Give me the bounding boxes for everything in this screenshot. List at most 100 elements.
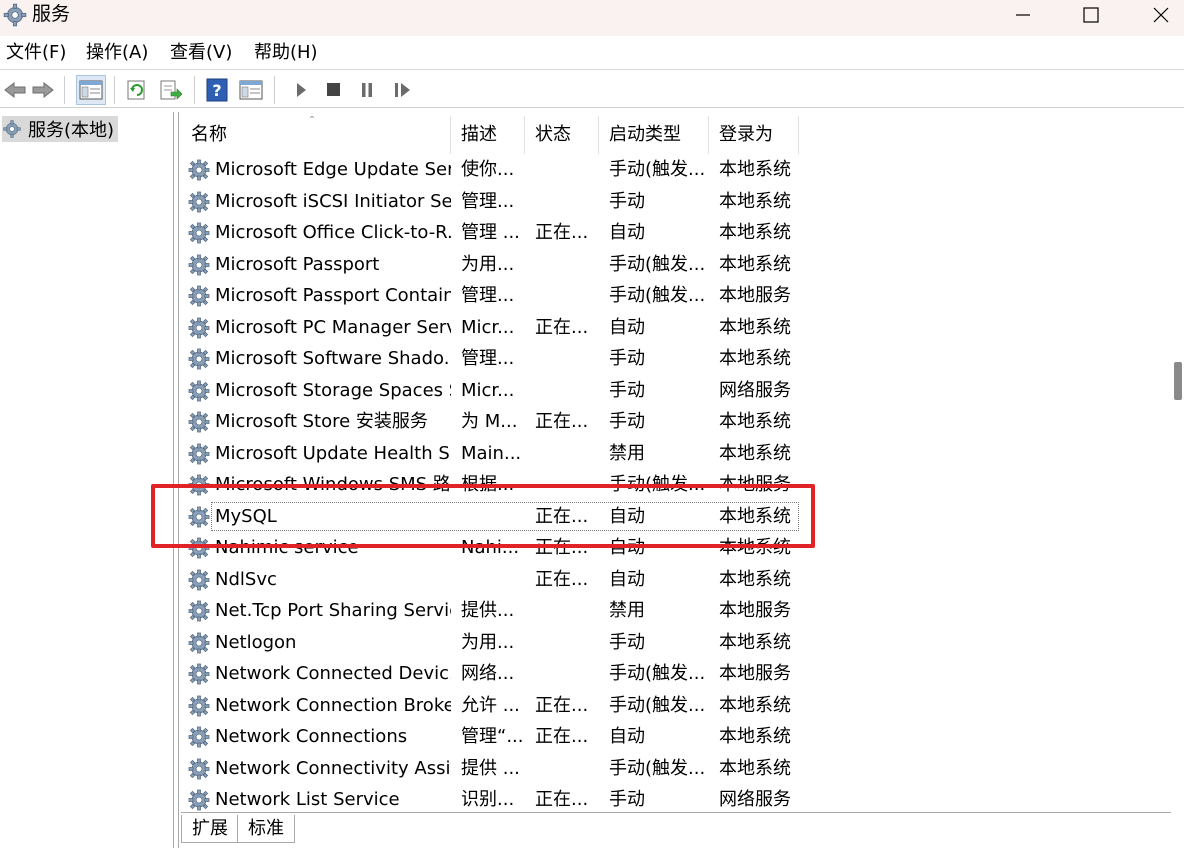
show-hide-console-tree-button[interactable]: [76, 75, 106, 105]
table-row[interactable]: Microsoft Office Click-to-R... 管理 ... 正在..…: [181, 217, 821, 248]
service-description: 管理 ...: [461, 222, 520, 243]
properties-view-button[interactable]: [236, 75, 266, 105]
svg-text:?: ?: [212, 81, 221, 100]
column-header-description[interactable]: 描述: [451, 116, 525, 154]
stop-icon: [327, 83, 340, 96]
table-row[interactable]: Network Connections 管理“... 正在... 自动 本地系统: [181, 721, 821, 752]
scrollbar-thumb[interactable]: [1174, 362, 1182, 400]
minimize-button[interactable]: [1000, 0, 1046, 30]
service-status: 正在...: [535, 537, 589, 558]
maximize-button[interactable]: [1068, 0, 1114, 30]
help-icon: ?: [206, 78, 228, 102]
service-gear-icon: [188, 317, 210, 338]
service-name: Microsoft Software Shado...: [215, 348, 451, 369]
table-row[interactable]: NdlSvc 正在... 自动 本地系统: [181, 564, 821, 595]
table-row[interactable]: Microsoft Passport Container 管理... 手动(触发..…: [181, 280, 821, 311]
help-button[interactable]: ?: [202, 75, 232, 105]
service-startup-type: 手动(触发...: [609, 663, 706, 684]
service-startup-type: 手动: [609, 379, 645, 401]
service-name: Netlogon: [215, 631, 297, 653]
table-row[interactable]: Microsoft Storage Spaces S... Micr... 手动 网络…: [181, 375, 821, 406]
service-name: NdlSvc: [215, 568, 277, 590]
title-bar: 服务: [0, 0, 1184, 36]
service-name: Network Connection Broker: [215, 694, 451, 716]
menu-help[interactable]: 帮助(H): [254, 42, 318, 64]
service-name: Microsoft Update Health S...: [215, 442, 451, 464]
table-row[interactable]: Netlogon 为用... 手动 本地系统: [181, 627, 821, 658]
table-row[interactable]: Microsoft Windows SMS 路... 根据... 手动(触发... 本…: [181, 469, 821, 500]
service-status: 正在...: [535, 316, 589, 338]
table-row[interactable]: Network Connectivity Assis... 提供 ... 手动(触发…: [181, 753, 821, 784]
table-row[interactable]: Network Connected Devic... 网络... 手动(触发... 本…: [181, 658, 821, 689]
column-header-logon-as[interactable]: 登录为: [709, 116, 799, 154]
tab-standard[interactable]: 标准: [237, 815, 295, 843]
start-service-button[interactable]: [286, 75, 316, 105]
service-description: 为用...: [461, 253, 515, 275]
pause-service-button[interactable]: [352, 75, 382, 105]
services-gear-icon: [3, 3, 27, 27]
table-row[interactable]: Nahimic service Nahi... 正在... 自动 本地系统: [181, 532, 821, 563]
column-header-status[interactable]: 状态: [525, 116, 599, 154]
back-button[interactable]: [0, 75, 30, 105]
service-description: 提供 ...: [461, 757, 520, 779]
service-gear-icon: [188, 254, 210, 275]
service-gear-icon: [188, 632, 210, 653]
column-header-label: 状态: [535, 124, 571, 145]
table-row[interactable]: Microsoft iSCSI Initiator Ser... 管理... 手动 本…: [181, 186, 821, 217]
service-description: 为用...: [461, 631, 515, 653]
restart-service-button[interactable]: [388, 75, 418, 105]
table-row[interactable]: Microsoft Passport 为用... 手动(触发... 本地系统: [181, 249, 821, 280]
service-description: 管理...: [461, 285, 515, 306]
service-name: Net.Tcp Port Sharing Service: [215, 600, 451, 621]
menu-action[interactable]: 操作(A): [86, 42, 148, 64]
minimize-icon: [1016, 14, 1030, 16]
service-startup-type: 手动(触发...: [609, 159, 706, 180]
close-button[interactable]: [1138, 0, 1184, 30]
service-gear-icon: [188, 695, 210, 716]
service-startup-type: 自动: [609, 726, 645, 747]
service-startup-type: 自动: [609, 316, 645, 338]
services-list: ˄ 名称 描述 状态 启动类型 登录为 Microsoft Edge Updat…: [181, 116, 1169, 812]
tree-item-services-local[interactable]: 服务(本地): [2, 116, 119, 142]
menu-view[interactable]: 查看(V): [170, 42, 232, 64]
tab-extended[interactable]: 扩展: [181, 815, 239, 843]
menu-bar: 文件(F) 操作(A) 查看(V) 帮助(H): [0, 36, 1184, 70]
service-name: MySQL: [215, 505, 277, 527]
table-row[interactable]: Network List Service 识别... 正在... 手动 网络服务: [181, 784, 821, 812]
export-list-button[interactable]: [156, 75, 186, 105]
service-name: Microsoft Office Click-to-R...: [215, 222, 451, 243]
close-icon: [1153, 7, 1169, 23]
table-row[interactable]: Net.Tcp Port Sharing Service 提供... 禁用 本地服务: [181, 595, 821, 626]
toolbar-separator: [194, 76, 195, 104]
service-name: Microsoft Store 安装服务: [215, 411, 428, 432]
vertical-scrollbar[interactable]: [1171, 116, 1184, 812]
service-startup-type: 手动: [609, 348, 645, 369]
service-name: Microsoft Storage Spaces S...: [215, 379, 451, 401]
service-status: 正在...: [535, 222, 589, 243]
service-name: Microsoft Passport: [215, 253, 380, 275]
refresh-button[interactable]: [122, 75, 152, 105]
table-row[interactable]: Microsoft Store 安装服务 为 M... 正在... 手动 本地系统: [181, 406, 821, 437]
column-header-name[interactable]: ˄ 名称: [181, 116, 451, 154]
table-row[interactable]: Microsoft PC Manager Serv... Micr... 正在...…: [181, 312, 821, 343]
table-row[interactable]: Microsoft Update Health S... Main... 禁用 本地系…: [181, 438, 821, 469]
pause-icon: [362, 83, 372, 97]
table-row[interactable]: Network Connection Broker 允许 ... 正在... 手动(触…: [181, 690, 821, 721]
service-logon-as: 本地系统: [719, 505, 791, 527]
table-row[interactable]: Microsoft Software Shado... 管理... 手动 本地系统: [181, 343, 821, 374]
stop-service-button[interactable]: [318, 75, 348, 105]
column-header-startup-type[interactable]: 启动类型: [599, 116, 709, 154]
table-row[interactable]: MySQL 正在... 自动 本地系统: [181, 501, 821, 532]
service-status: 正在...: [535, 411, 589, 432]
service-name: Microsoft Windows SMS 路...: [215, 474, 451, 495]
sort-ascending-icon: ˄: [309, 116, 315, 128]
service-gear-icon: [188, 758, 210, 779]
service-name: Microsoft Edge Update Ser...: [215, 159, 451, 180]
menu-file[interactable]: 文件(F): [6, 42, 66, 64]
service-description: 提供...: [461, 600, 515, 621]
service-description: Micr...: [461, 316, 515, 338]
forward-button[interactable]: [28, 75, 58, 105]
service-gear-icon: [188, 474, 210, 496]
table-row[interactable]: Microsoft Edge Update Ser... 使你... 手动(触发..…: [181, 154, 821, 185]
service-logon-as: 本地系统: [719, 694, 791, 716]
